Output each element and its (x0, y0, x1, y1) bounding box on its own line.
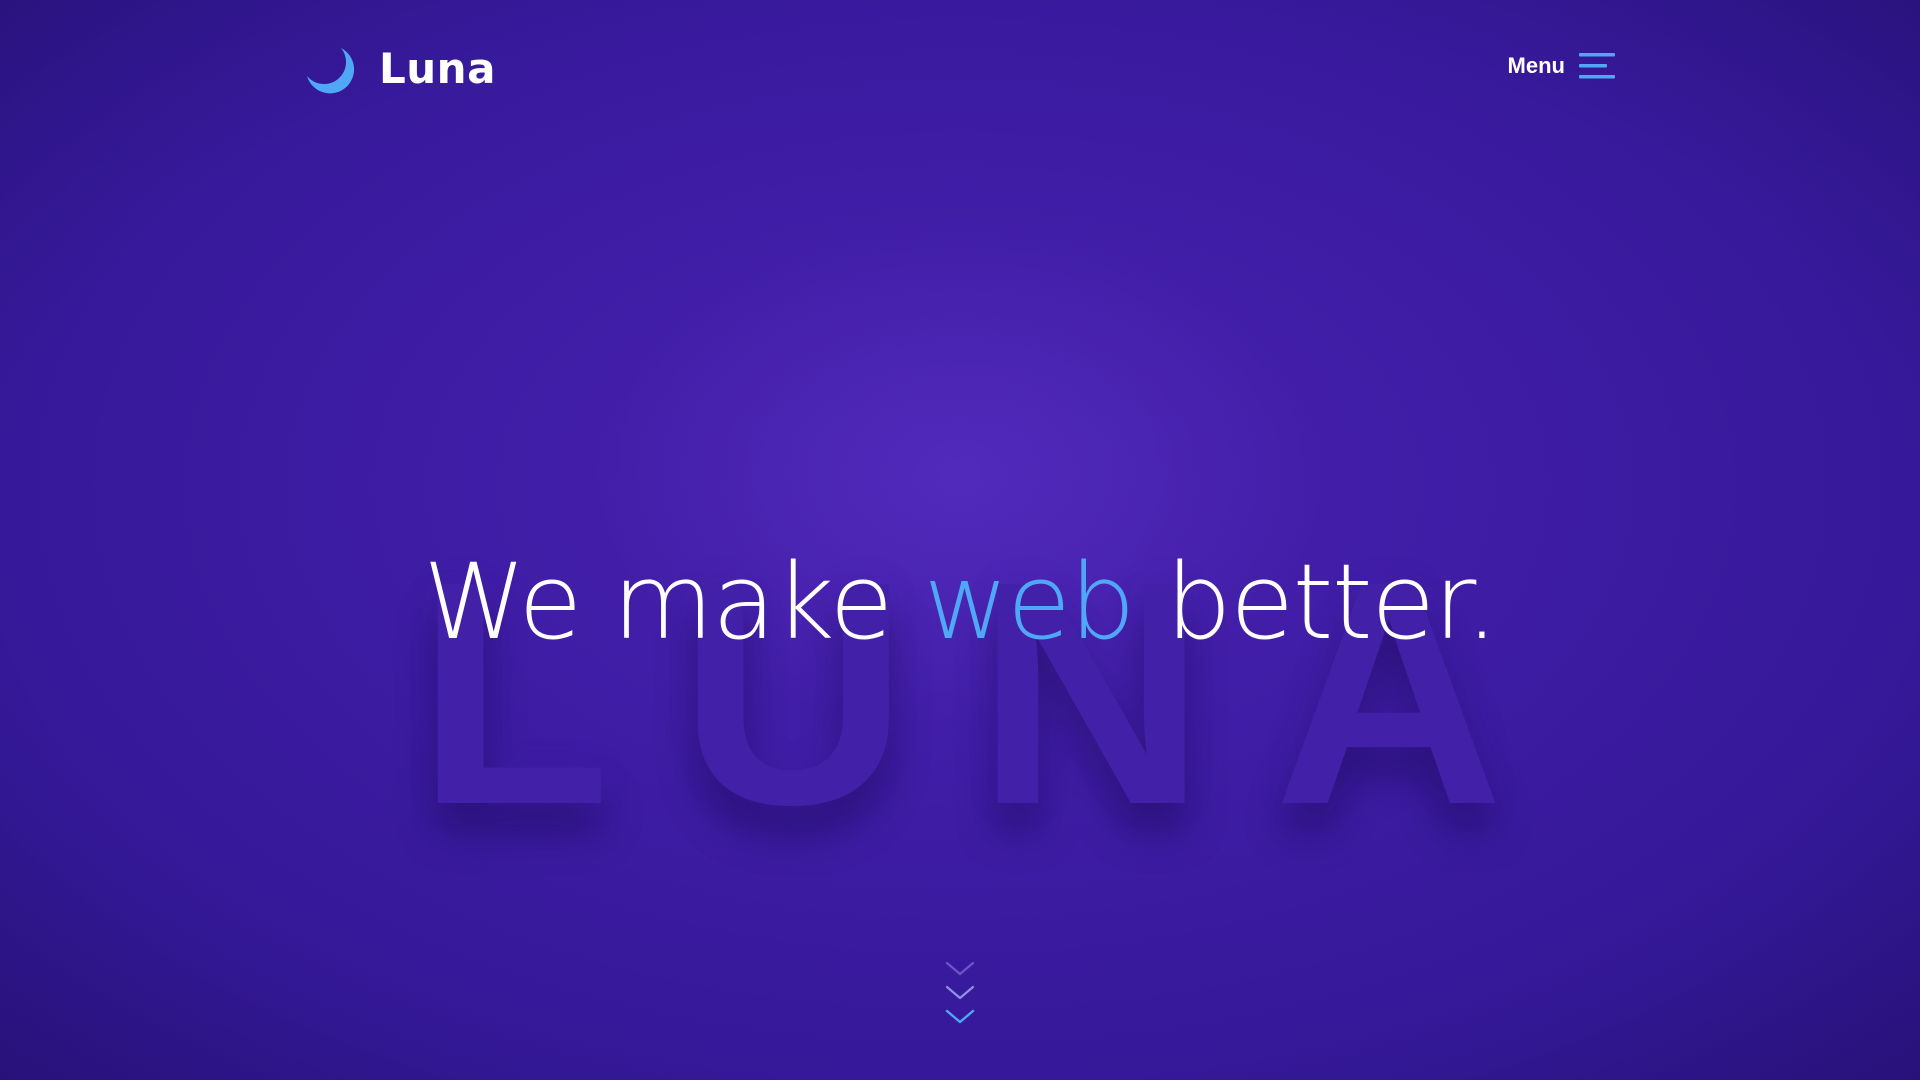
menu-label: Menu (1507, 53, 1565, 78)
chevrons-down-icon (945, 961, 975, 1024)
headline-prefix: We make (423, 540, 924, 663)
menu-button[interactable]: Menu (1508, 48, 1615, 84)
site-header: Luna Menu (0, 0, 1920, 135)
brand-name: Luna (379, 43, 496, 93)
logo-link[interactable]: Luna (303, 40, 496, 96)
hero-headline: We make web better. (0, 544, 1920, 659)
hamburger-menu-icon (1579, 53, 1615, 79)
headline-suffix: better. (1134, 540, 1499, 663)
crescent-moon-icon (307, 48, 355, 94)
scroll-down-button[interactable] (944, 958, 976, 1030)
headline-accent: web (923, 540, 1135, 663)
